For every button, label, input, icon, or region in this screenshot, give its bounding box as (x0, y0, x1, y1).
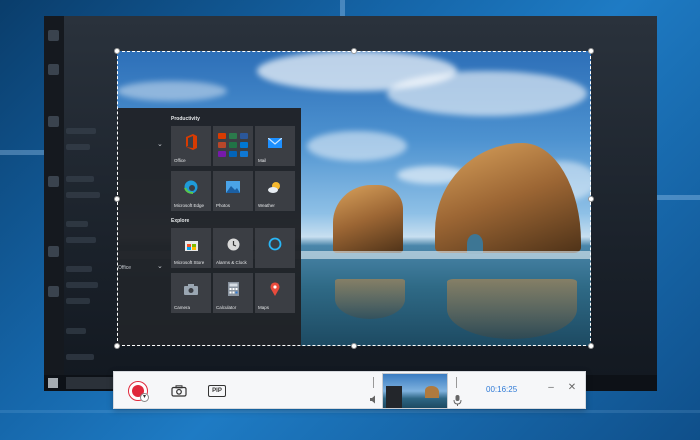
microphone-icon[interactable] (453, 395, 462, 409)
tile-label: Camera (174, 305, 191, 310)
weather-icon (268, 181, 282, 195)
start-menu: ⌄ Office ⌄ Productivity Office Mail Micr… (117, 108, 301, 346)
camera-icon (171, 385, 187, 397)
tile-maps[interactable]: Maps (255, 273, 295, 313)
app-icon (48, 286, 59, 297)
alarm-clock-icon (227, 238, 240, 253)
app-icon (48, 176, 59, 187)
desktop-glow (340, 0, 345, 16)
resize-handle-top-left[interactable] (114, 48, 120, 54)
arch-rock (435, 143, 581, 253)
preview-start-menu (386, 386, 402, 408)
app-icon (48, 30, 59, 41)
desktop-glow (0, 150, 44, 155)
dimmed-list-row (66, 298, 90, 304)
screenshot-button[interactable] (170, 383, 188, 399)
dimmed-list-row (66, 221, 88, 227)
app-icon (48, 116, 59, 127)
recording-toolbar: ▾ PIP 00:16:25 – ✕ (113, 371, 586, 409)
chevron-down-icon[interactable]: ⌄ (157, 140, 163, 148)
app-icon (48, 64, 59, 75)
tile-photos[interactable]: Photos (213, 171, 253, 211)
tile-calculator[interactable]: Calculator (213, 273, 253, 313)
group-title-explore: Explore (171, 218, 190, 224)
recording-preview-thumbnail[interactable] (382, 373, 448, 409)
tile-cortana[interactable] (255, 228, 295, 268)
dimmed-list-row (66, 144, 90, 150)
mic-volume-slider[interactable] (456, 377, 457, 388)
tile-label: Microsoft Store (174, 260, 205, 265)
resize-handle-bottom-left[interactable] (114, 343, 120, 349)
dimmed-sidebar (44, 16, 64, 391)
edge-icon (184, 180, 198, 196)
dimmed-list-row (66, 128, 96, 134)
photos-icon (226, 181, 240, 195)
tile-microsoft-edge[interactable]: Microsoft Edge (171, 171, 211, 211)
resize-handle-bottom[interactable] (351, 343, 357, 349)
dimmed-list-row (66, 282, 98, 288)
rock-reflection (335, 279, 405, 319)
record-options-badge[interactable]: ▾ (140, 393, 149, 402)
tile-weather[interactable]: Weather (255, 171, 295, 211)
office-apps-icon (218, 133, 248, 157)
dimmed-list-row (66, 266, 92, 272)
maps-icon (270, 282, 280, 298)
cortana-icon (268, 237, 282, 253)
cloud (117, 81, 227, 101)
resize-handle-right[interactable] (588, 196, 594, 202)
desktop-glow (657, 195, 700, 200)
close-button[interactable]: ✕ (565, 381, 579, 395)
speaker-icon[interactable] (370, 395, 379, 406)
recording-timer: 00:16:25 (486, 385, 518, 394)
tile-label: Microsoft Edge (174, 203, 205, 208)
dimmed-list-row (66, 354, 94, 360)
tile-mail[interactable]: Mail (255, 126, 295, 166)
resize-handle-top-right[interactable] (588, 48, 594, 54)
tile-alarms-clock[interactable]: Alarms & Clock (213, 228, 253, 268)
minimize-button[interactable]: – (544, 381, 558, 395)
app-list-item-office[interactable]: Office (118, 265, 131, 271)
group-title-productivity: Productivity (171, 116, 200, 122)
pip-button[interactable]: PIP (208, 385, 226, 397)
resize-handle-bottom-right[interactable] (588, 343, 594, 349)
start-app-list: ⌄ Office ⌄ (117, 108, 167, 346)
tile-label: Maps (258, 305, 270, 310)
tile-camera[interactable]: Camera (171, 273, 211, 313)
dimmed-list-row (66, 192, 100, 198)
cloud (307, 131, 407, 161)
desktop-glow (0, 410, 700, 413)
preview-rock (425, 386, 439, 398)
cloud (387, 71, 587, 116)
mail-icon (267, 137, 283, 150)
resize-handle-top[interactable] (351, 48, 357, 54)
tile-office[interactable]: Office (171, 126, 211, 166)
app-icon (48, 246, 59, 257)
chevron-down-icon[interactable]: ⌄ (157, 262, 163, 270)
rock-reflection (447, 279, 577, 339)
dimmed-list-row (66, 328, 86, 334)
calculator-icon (227, 282, 239, 298)
dimmed-list-row (66, 237, 96, 243)
tile-microsoft-store[interactable]: Microsoft Store (171, 228, 211, 268)
office-icon (184, 134, 198, 152)
dimmed-list-row (66, 176, 94, 182)
tile-label: Calculator (216, 305, 237, 310)
tile-label: Weather (258, 203, 275, 208)
tile-label: Photos (216, 203, 231, 208)
tile-office-apps[interactable] (213, 126, 253, 166)
volume-slider[interactable] (373, 377, 374, 388)
tile-label: Alarms & Clock (216, 260, 247, 265)
start-button-icon[interactable] (48, 378, 58, 388)
resize-handle-left[interactable] (114, 196, 120, 202)
small-rock (333, 185, 403, 253)
camera-icon (184, 283, 198, 297)
tile-label: Office (174, 158, 186, 163)
tile-label: Mail (258, 158, 267, 163)
store-icon (184, 238, 198, 253)
